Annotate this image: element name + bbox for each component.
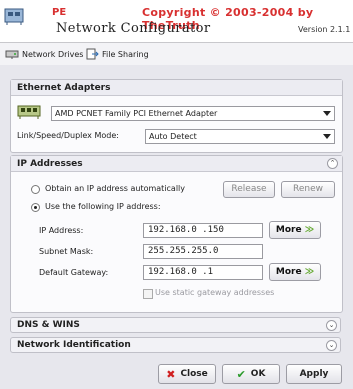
app-title: Network Configurator: [56, 21, 211, 36]
close-label: Close: [180, 369, 208, 379]
apply-label: Apply: [299, 369, 329, 379]
default-gateway-input[interactable]: 192.168.0 .1: [143, 265, 263, 280]
renew-button[interactable]: Renew: [281, 181, 335, 198]
ethernet-adapters-panel: Ethernet Adapters AMD PCNET Family PCI E…: [10, 79, 343, 153]
check-icon: ✔: [236, 367, 246, 381]
close-icon: ✖: [166, 367, 176, 381]
chevron-down-icon: [323, 134, 331, 139]
gateway-more-label: More: [275, 267, 302, 277]
gateway-more-button[interactable]: More ≫: [269, 263, 321, 281]
file-sharing-icon: [86, 48, 99, 60]
network-identification-section[interactable]: Network Identification: [10, 337, 341, 353]
file-sharing-label: File Sharing: [102, 49, 149, 59]
subnet-mask-label: Subnet Mask:: [39, 247, 94, 256]
version-label: Version 2.1.1: [298, 25, 351, 34]
ip-address-input[interactable]: 192.168.0 .150: [143, 223, 263, 238]
link-mode-select[interactable]: Auto Detect: [145, 129, 335, 144]
collapse-up-icon[interactable]: ⌃: [327, 158, 338, 169]
adapter-select-value: AMD PCNET Family PCI Ethernet Adapter: [55, 109, 218, 118]
static-gateway-checkbox[interactable]: [143, 289, 153, 299]
ip-more-label: More: [275, 225, 302, 235]
ip-more-button[interactable]: More ≫: [269, 221, 321, 239]
network-card-icon: [4, 8, 24, 25]
ok-label: OK: [250, 369, 266, 379]
adapter-icon: [17, 105, 41, 119]
apply-button[interactable]: Apply: [286, 364, 342, 384]
manual-ip-label: Use the following IP address:: [45, 202, 161, 211]
ip-addresses-panel: IP Addresses ⌃ Obtain an IP address auto…: [10, 155, 343, 313]
default-gateway-label: Default Gateway:: [39, 268, 109, 277]
ok-button[interactable]: ✔ OK: [222, 364, 280, 384]
chevron-down-icon: ≫: [304, 225, 315, 235]
dns-wins-section[interactable]: DNS & WINS: [10, 317, 341, 333]
ip-addresses-heading-text: IP Addresses: [17, 159, 83, 169]
static-gateway-label: Use static gateway addresses: [155, 288, 275, 297]
ip-address-label: IP Address:: [39, 226, 84, 235]
auto-ip-radio[interactable]: [31, 185, 40, 194]
close-button[interactable]: ✖ Close: [158, 364, 216, 384]
app-header: PE Copyright © 2003-2004 by TheTruth Net…: [0, 0, 353, 42]
manual-ip-radio[interactable]: [31, 203, 40, 212]
adapter-select[interactable]: AMD PCNET Family PCI Ethernet Adapter: [51, 106, 335, 121]
network-identification-label: Network Identification: [17, 340, 131, 350]
ethernet-adapters-heading: Ethernet Adapters: [11, 80, 342, 96]
network-drives-button[interactable]: Network Drives: [5, 48, 83, 60]
ip-addresses-heading[interactable]: IP Addresses: [11, 156, 342, 172]
file-sharing-button[interactable]: File Sharing: [85, 48, 149, 60]
expand-down-icon[interactable]: ⌄: [326, 320, 337, 331]
link-mode-label: Link/Speed/Duplex Mode:: [17, 131, 119, 140]
network-drives-label: Network Drives: [22, 49, 84, 59]
pe-label: PE: [52, 7, 67, 18]
toolbar: Network Drives File Sharing: [0, 42, 353, 66]
link-mode-value: Auto Detect: [149, 132, 197, 141]
chevron-down-icon: ≫: [304, 267, 315, 277]
auto-ip-label: Obtain an IP address automatically: [45, 184, 186, 193]
chevron-down-icon: [323, 111, 331, 116]
expand-down-icon[interactable]: ⌄: [326, 340, 337, 351]
network-drive-icon: [5, 50, 19, 59]
dns-wins-label: DNS & WINS: [17, 320, 80, 330]
release-button[interactable]: Release: [223, 181, 275, 198]
subnet-mask-input[interactable]: 255.255.255.0: [143, 244, 263, 259]
